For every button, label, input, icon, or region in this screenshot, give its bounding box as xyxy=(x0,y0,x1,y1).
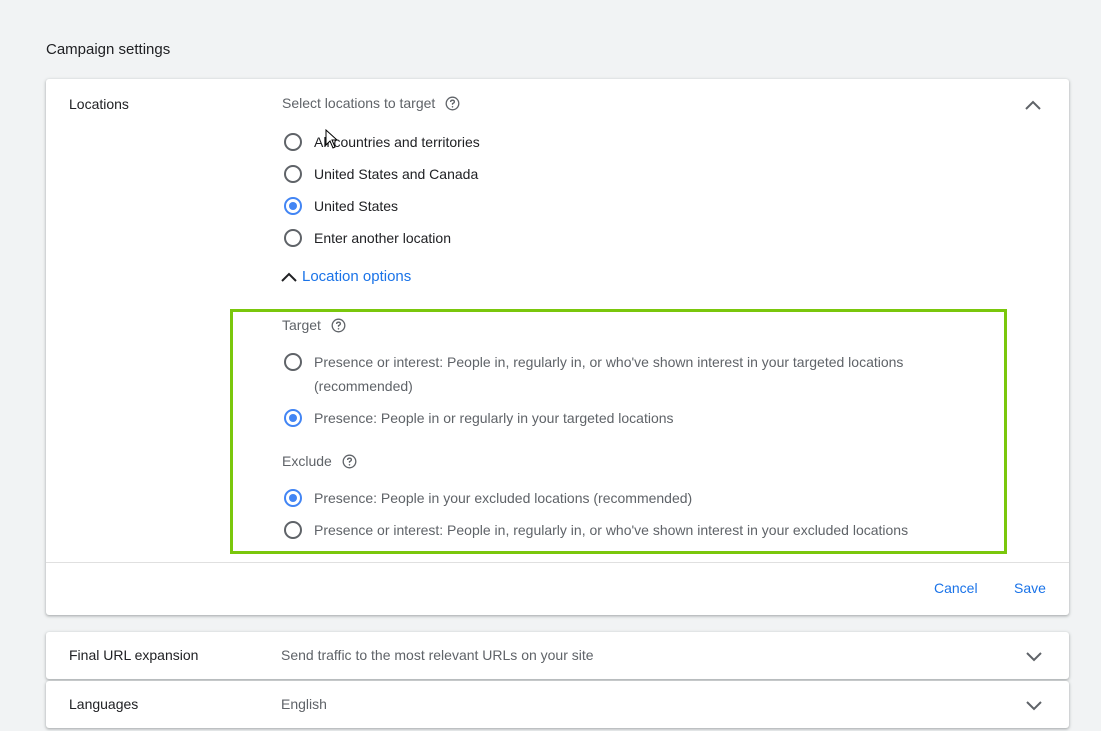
final-url-label: Final URL expansion xyxy=(69,647,199,663)
exclude-option-presence[interactable]: Presence: People in your excluded locati… xyxy=(284,486,692,510)
expand-chevron-down-icon[interactable] xyxy=(1024,695,1044,715)
location-option-us-canada[interactable]: United States and Canada xyxy=(284,162,478,186)
exclude-label: Exclude xyxy=(282,453,332,469)
radio-button[interactable] xyxy=(284,229,302,247)
help-icon[interactable] xyxy=(445,96,460,111)
location-option-all[interactable]: All countries and territories xyxy=(284,130,480,154)
final-url-expansion-card[interactable]: Final URL expansion Send traffic to the … xyxy=(46,632,1069,679)
option-label: United States and Canada xyxy=(314,166,479,182)
chevron-up-icon xyxy=(281,272,297,282)
radio-button-checked[interactable] xyxy=(284,409,302,427)
locations-label: Locations xyxy=(69,96,129,112)
mouse-cursor-icon xyxy=(325,128,339,154)
exclude-option-presence-interest[interactable]: Presence or interest: People in, regular… xyxy=(284,518,908,542)
option-label: Presence: People in your excluded locati… xyxy=(314,490,693,506)
target-heading: Target xyxy=(282,317,346,333)
target-option-presence[interactable]: Presence: People in or regularly in your… xyxy=(284,406,674,430)
radio-button[interactable] xyxy=(284,133,302,151)
help-icon[interactable] xyxy=(331,318,346,333)
target-option-presence-interest[interactable]: Presence or interest: People in, regular… xyxy=(284,350,903,398)
collapse-chevron-up-icon[interactable] xyxy=(1023,96,1043,116)
option-label: Presence or interest: People in, regular… xyxy=(314,522,909,538)
radio-button[interactable] xyxy=(284,521,302,539)
select-locations-label: Select locations to target xyxy=(282,95,436,111)
languages-summary: English xyxy=(281,696,327,712)
location-option-another[interactable]: Enter another location xyxy=(284,226,451,250)
help-icon[interactable] xyxy=(342,454,357,469)
expand-chevron-down-icon[interactable] xyxy=(1024,646,1044,666)
target-label: Target xyxy=(282,317,321,333)
option-label-line2: (recommended) xyxy=(314,378,413,394)
locations-card: Locations Select locations to target All… xyxy=(46,79,1069,615)
radio-button-checked[interactable] xyxy=(284,489,302,507)
divider xyxy=(46,562,1069,563)
select-locations-heading: Select locations to target xyxy=(282,95,460,111)
final-url-summary: Send traffic to the most relevant URLs o… xyxy=(281,647,594,663)
radio-button[interactable] xyxy=(284,353,302,371)
option-label: United States xyxy=(314,198,399,214)
location-option-us[interactable]: United States xyxy=(284,194,398,218)
exclude-heading: Exclude xyxy=(282,453,357,469)
radio-button-checked[interactable] xyxy=(284,197,302,215)
option-label: Enter another location xyxy=(314,230,451,246)
location-options-label: Location options xyxy=(302,268,412,285)
languages-card[interactable]: Languages English xyxy=(46,681,1069,728)
section-title: Campaign settings xyxy=(46,41,171,58)
option-label: Presence: People in or regularly in your… xyxy=(314,410,674,426)
save-button[interactable]: Save xyxy=(1014,580,1046,596)
option-label-line1: Presence or interest: People in, regular… xyxy=(314,354,904,370)
radio-button[interactable] xyxy=(284,165,302,183)
option-label: Presence or interest: People in, regular… xyxy=(314,350,903,398)
cancel-button[interactable]: Cancel xyxy=(934,580,978,596)
languages-label: Languages xyxy=(69,696,139,712)
location-options-toggle[interactable]: Location options xyxy=(280,268,411,285)
